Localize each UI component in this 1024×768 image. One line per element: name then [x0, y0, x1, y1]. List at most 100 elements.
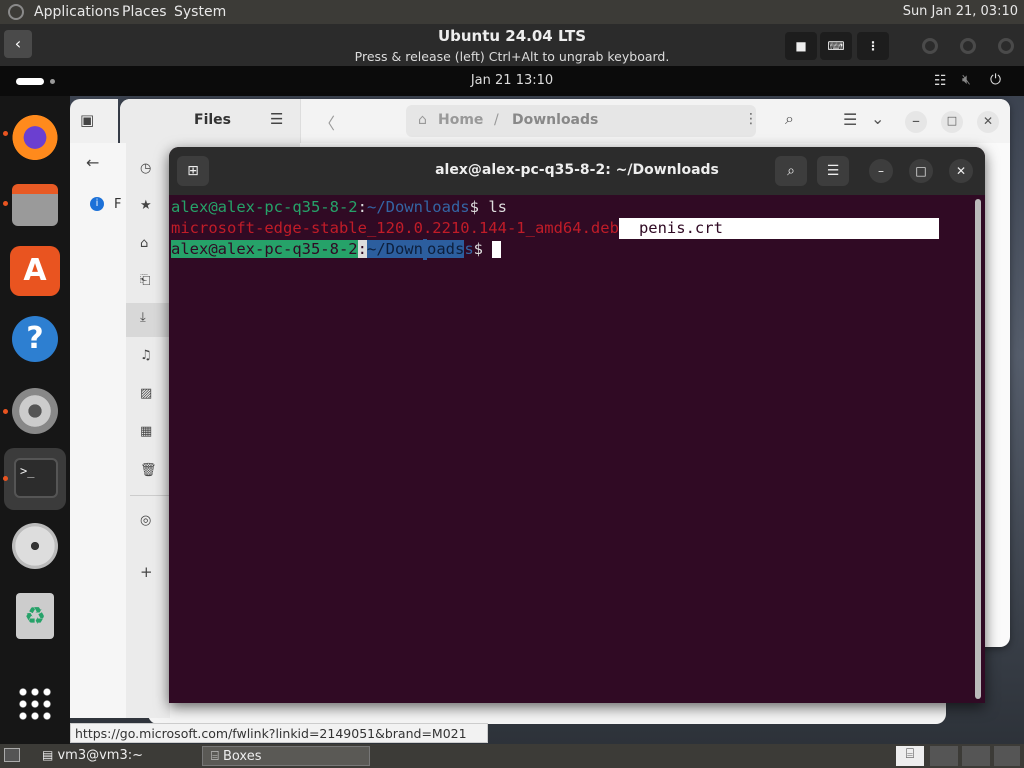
- path-bar[interactable]: ⌂ Home / Downloads ⋮: [406, 105, 758, 137]
- settings-gear-icon[interactable]: [12, 388, 58, 434]
- star-icon[interactable]: ★: [140, 198, 152, 213]
- disc-icon[interactable]: ◎: [140, 513, 151, 528]
- documents-icon[interactable]: ⎗: [140, 273, 150, 288]
- download-icon[interactable]: ⤓: [140, 310, 146, 325]
- menu-dots-icon[interactable]: ⋮: [857, 32, 889, 60]
- minimize-icon[interactable]: –: [905, 111, 927, 133]
- task-boxes[interactable]: ⌸ Boxes: [202, 746, 370, 766]
- disc-icon[interactable]: [12, 523, 58, 569]
- prompt-dollar: $: [473, 240, 493, 258]
- terminal-headerbar: ⊞ alex@alex-pc-q35-8-2: ~/Downloads ⌕ ☰ …: [169, 147, 985, 195]
- view-options-chevron-icon[interactable]: ⌄: [871, 109, 884, 128]
- back-nav-icon[interactable]: 〈: [319, 110, 335, 134]
- file-crt: penis.crt: [618, 218, 939, 239]
- terminal-line-2: microsoft-edge-stable_120.0.2210.144-1_a…: [171, 218, 939, 239]
- terminal-window: ⊞ alex@alex-pc-q35-8-2: ~/Downloads ⌕ ☰ …: [169, 147, 985, 703]
- running-indicator: [3, 131, 8, 136]
- terminal-title: alex@alex-pc-q35-8-2: ~/Downloads: [435, 162, 719, 178]
- plus-icon[interactable]: +: [140, 563, 153, 581]
- guest-clock[interactable]: Jan 21 13:10: [0, 73, 1024, 88]
- prompt-colon-selected: :: [357, 240, 367, 258]
- path-home[interactable]: Home: [438, 112, 483, 128]
- list-view-icon[interactable]: ☰: [843, 110, 857, 129]
- home-icon[interactable]: ⌂: [140, 236, 148, 251]
- files-title: Files: [194, 112, 231, 128]
- close-icon[interactable]: ✕: [949, 159, 973, 183]
- stop-icon[interactable]: ■: [785, 32, 817, 60]
- file-deb: microsoft-edge-stable_120.0.2210.144-1_a…: [171, 219, 619, 237]
- firefox-icon[interactable]: [10, 110, 60, 160]
- host-taskbar: ▤ vm3@vm3:~ ⌸ Boxes ⌸: [0, 744, 1024, 768]
- prompt-colon: :: [357, 198, 367, 216]
- info-icon: i: [90, 197, 104, 211]
- show-apps-grid-icon[interactable]: [17, 686, 53, 722]
- app-center-icon[interactable]: A: [10, 246, 60, 296]
- workspace-4[interactable]: [994, 746, 1020, 766]
- home-icon: ⌂: [418, 112, 427, 128]
- videos-icon[interactable]: ▦: [140, 424, 152, 439]
- path-downloads[interactable]: Downloads: [512, 112, 598, 128]
- files-sidebar-strip: ◷ ★ ⌂ ⎗ ⤓ ♫ ▨ ▦ 🗑︎ ◎ +: [126, 143, 170, 718]
- menu-applications[interactable]: Applications: [34, 4, 120, 20]
- prompt-path-rest: s: [464, 240, 474, 258]
- prompt-path-selected-b: oads: [426, 240, 465, 258]
- hamburger-menu-icon[interactable]: ☰: [817, 156, 849, 186]
- maximize-icon[interactable]: □: [909, 159, 933, 183]
- running-indicator: [3, 409, 8, 414]
- boxes-header-bar: Ubuntu 24.04 LTS Press & release (left) …: [0, 24, 1024, 66]
- trash-icon[interactable]: 🗑︎: [140, 463, 157, 478]
- task-terminal-label: vm3@vm3:~: [57, 748, 144, 763]
- trash-icon[interactable]: ♻: [16, 593, 54, 639]
- prompt-dollar: $: [469, 198, 489, 216]
- boxes-icon: ⌸: [211, 749, 219, 764]
- power-icon[interactable]: ⏻: [990, 72, 1001, 88]
- minimize-circle-icon[interactable]: [922, 38, 938, 54]
- terminal-line-1: alex@alex-pc-q35-8-2:~/Downloads$ ls: [171, 197, 507, 218]
- search-icon[interactable]: ⌕: [785, 109, 794, 129]
- maximize-icon[interactable]: □: [941, 111, 963, 133]
- terminal-body[interactable]: alex@alex-pc-q35-8-2:~/Downloads$ ls mic…: [169, 195, 975, 703]
- volume-muted-icon[interactable]: 🔇︎: [962, 72, 971, 88]
- terminal-icon: ▤: [42, 748, 54, 762]
- path-menu-icon[interactable]: ⋮: [744, 111, 758, 127]
- back-nav-icon[interactable]: ←: [86, 153, 99, 172]
- minimize-icon[interactable]: –: [869, 159, 893, 183]
- host-clock[interactable]: Sun Jan 21, 03:10: [903, 4, 1018, 19]
- archive-icon[interactable]: ▣: [80, 111, 94, 129]
- host-top-panel: Applications Places System Sun Jan 21, 0…: [0, 0, 1024, 24]
- keyboard-send-icon[interactable]: ⌨: [820, 32, 852, 60]
- recent-icon[interactable]: ◷: [140, 161, 151, 176]
- prompt-user-host-selected: alex@alex-pc-q35-8-2: [171, 240, 358, 258]
- downloads-row-selected[interactable]: [126, 303, 170, 337]
- help-icon[interactable]: ?: [12, 316, 58, 362]
- music-icon[interactable]: ♫: [140, 348, 152, 363]
- terminal-line-3: alex@alex-pc-q35-8-2:~/Down oadss$: [171, 239, 502, 260]
- maximize-circle-icon[interactable]: [960, 38, 976, 54]
- prompt-path-selected-a: ~/Down: [366, 240, 423, 258]
- prompt-path: ~/Downloads: [366, 198, 470, 216]
- show-desktop-icon[interactable]: [4, 748, 20, 762]
- menu-system[interactable]: System: [174, 4, 226, 20]
- guest-top-bar: Jan 21 13:10 ☷ 🔇︎ ⏻: [0, 66, 1024, 96]
- hamburger-menu-icon[interactable]: ☰: [270, 110, 283, 128]
- host-menu-logo-icon[interactable]: [8, 4, 24, 20]
- close-icon[interactable]: ✕: [977, 111, 999, 133]
- files-left-window-edge: ▣: [70, 99, 118, 143]
- workspace-2[interactable]: [930, 746, 958, 766]
- network-icon[interactable]: ☷: [934, 73, 947, 89]
- task-boxes-label: Boxes: [222, 749, 262, 764]
- search-icon[interactable]: ⌕: [775, 156, 807, 186]
- workspace-3[interactable]: [962, 746, 990, 766]
- workspace-switcher-icon[interactable]: ⌸: [896, 746, 924, 766]
- path-separator: /: [494, 112, 499, 128]
- files-headerbar: 〈 ⌂ Home / Downloads ⋮ ⌕ ☰ ⌄ – □ ✕: [300, 99, 1010, 143]
- files-icon[interactable]: [12, 184, 58, 226]
- task-terminal[interactable]: ▤ vm3@vm3:~: [34, 746, 202, 766]
- terminal-cursor: [492, 241, 502, 258]
- terminal-icon[interactable]: >_: [14, 458, 58, 498]
- pictures-icon[interactable]: ▨: [140, 386, 152, 401]
- terminal-scrollbar[interactable]: [975, 199, 981, 699]
- menu-places[interactable]: Places: [122, 4, 167, 20]
- back-arrow-icon[interactable]: ‹: [4, 30, 32, 58]
- close-circle-icon[interactable]: [998, 38, 1014, 54]
